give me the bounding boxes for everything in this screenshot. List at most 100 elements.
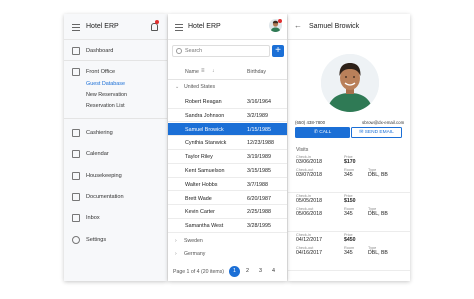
nav-item-label: Housekeeping	[86, 173, 122, 179]
nav-header: Hotel ERP	[64, 14, 167, 40]
table-row[interactable]: Sandra Johnson 3/2/1989	[168, 109, 287, 123]
guest-name-cell: Kevin Carter	[185, 209, 215, 216]
pager: Page 1 of 4 (20 items) 1 2 3 4	[168, 265, 287, 279]
guest-birthday-cell: 12/23/1988	[247, 140, 274, 147]
guest-photo-image	[321, 54, 379, 112]
app-title: Hotel ERP	[188, 23, 221, 30]
nav-subitem-reservation-list[interactable]: Reservation List	[86, 103, 125, 109]
guest-birthday-cell: 2/25/1988	[247, 209, 271, 216]
nav-subitem-new-reservation[interactable]: New Reservation	[86, 92, 127, 98]
table-row[interactable]: Kent Samuelson 3/15/1985	[168, 164, 287, 178]
price-value: $150	[344, 198, 356, 204]
back-arrow-icon[interactable]: ←	[294, 21, 302, 30]
nav-item-label: Cashiering	[86, 130, 113, 136]
group-row-united-states[interactable]: ⌄ United States	[168, 81, 287, 93]
notification-dot	[155, 20, 159, 24]
chevron-right-icon: ›	[175, 251, 177, 257]
table-row[interactable]: Walter Hobbs 3/7/1988	[168, 178, 287, 192]
table-row[interactable]: Brett Wade 6/20/1987	[168, 192, 287, 206]
table-row[interactable]: Taylor Riley 3/19/1989	[168, 150, 287, 164]
guest-name-cell: Robert Reagan	[185, 99, 222, 105]
nav-item-label: Inbox	[86, 215, 100, 221]
room-value: 345	[344, 250, 353, 256]
nav-item-calendar[interactable]: Calendar	[64, 148, 167, 160]
visit-card[interactable]: Check-in 03/06/2018 Check-out 03/07/2018 Pri…	[288, 154, 410, 193]
documentation-icon	[72, 193, 80, 201]
call-button[interactable]: ✆ CALL	[295, 127, 350, 138]
pager-info: Page 1 of 4 (20 items)	[173, 269, 225, 275]
page-button-3[interactable]: 3	[255, 266, 266, 277]
group-row-germany[interactable]: › Germany	[168, 248, 287, 260]
guest-name-cell: Samantha West	[185, 223, 224, 230]
nav-item-front-office[interactable]: Front Office	[64, 66, 167, 78]
guest-name-cell: Walter Hobbs	[185, 181, 218, 188]
table-row[interactable]: Samuel Browick 1/15/1985	[168, 122, 287, 137]
notification-dot	[278, 19, 282, 23]
page-button-2[interactable]: 2	[242, 266, 253, 277]
guest-name: Samuel Browick	[309, 23, 360, 30]
visit-card[interactable]: Check-in 05/05/2018 Check-out 05/06/2018 Pri…	[288, 193, 410, 232]
guest-phone: (650) 438-7800	[295, 120, 326, 125]
send-email-button-label: SEND EMAIL	[364, 130, 394, 135]
guest-name-cell: Brett Wade	[185, 195, 212, 202]
chevron-down-icon: ⌄	[175, 84, 180, 90]
search-input[interactable]	[185, 46, 265, 56]
column-header-name[interactable]: Name	[185, 69, 199, 75]
guest-detail-panel: ← Samuel Browick (650) 438-7800 sbrow@dx…	[288, 14, 410, 281]
nav-item-housekeeping[interactable]: Housekeeping	[64, 170, 167, 182]
page-button-1[interactable]: 1	[229, 266, 240, 277]
checkout-value: 04/16/2017	[296, 250, 322, 256]
bell-icon[interactable]	[151, 23, 158, 31]
dashboard-icon	[72, 47, 80, 55]
nav-item-documentation[interactable]: Documentation	[64, 191, 167, 203]
price-value: $170	[344, 159, 356, 165]
divider	[64, 118, 167, 119]
table-row[interactable]: Cynthia Stanwick 12/23/1988	[168, 136, 287, 150]
guest-birthday-cell: 3/7/1988	[247, 181, 268, 188]
search-box[interactable]	[172, 45, 270, 57]
detail-header: ← Samuel Browick	[288, 14, 410, 40]
nav-item-settings[interactable]: Settings	[64, 234, 167, 246]
sort-arrow-icon[interactable]: ↓	[212, 68, 215, 74]
send-email-button[interactable]: ✉ SEND EMAIL	[351, 127, 402, 138]
guest-name-cell: Kent Samuelson	[185, 168, 225, 174]
divider	[64, 60, 167, 61]
table-row[interactable]: Samantha West 3/28/1995	[168, 219, 287, 233]
checkout-value: 05/06/2018	[296, 211, 322, 217]
housekeeping-icon	[72, 172, 80, 180]
filter-icon[interactable]: ≡	[201, 68, 205, 74]
nav-item-inbox[interactable]: Inbox	[64, 212, 167, 224]
nav-item-cashiering[interactable]: Cashiering	[64, 127, 167, 139]
nav-item-dashboard[interactable]: Dashboard	[64, 45, 167, 57]
room-value: 345	[344, 172, 353, 178]
guest-name-cell: Samuel Browick	[185, 126, 224, 133]
table-row[interactable]: Kevin Carter 2/25/1988	[168, 205, 287, 219]
guest-email: sbrow@dx-email.com	[362, 120, 405, 125]
nav-item-label: Calendar	[86, 151, 109, 157]
cashiering-icon	[72, 129, 80, 137]
inbox-icon	[72, 214, 80, 222]
checkout-value: 03/07/2018	[296, 172, 322, 178]
type-value: DBL, BB	[368, 172, 388, 178]
visit-card[interactable]: Check-in 04/12/2017 Check-out 04/16/2017 Pri…	[288, 232, 410, 271]
group-label: United States	[184, 84, 216, 90]
room-value: 345	[344, 211, 353, 217]
settings-icon	[72, 236, 80, 244]
column-header-birthday[interactable]: Birthday	[247, 69, 266, 75]
group-row-sweden[interactable]: › Sweden	[168, 235, 287, 247]
hamburger-menu-icon[interactable]	[72, 24, 80, 31]
guest-birthday-cell: 3/28/1995	[247, 223, 271, 230]
guest-photo	[321, 54, 379, 112]
add-guest-button[interactable]: +	[272, 45, 284, 57]
guest-birthday-cell: 3/2/1989	[247, 112, 268, 119]
envelope-icon: ✉	[359, 129, 364, 135]
hamburger-menu-icon[interactable]	[175, 24, 183, 31]
nav-item-label: Documentation	[86, 194, 124, 200]
front-office-icon	[72, 68, 80, 76]
guest-birthday-cell: 3/19/1989	[247, 154, 271, 161]
table-row[interactable]: Robert Reagan 3/16/1964	[168, 95, 287, 109]
checkin-value: 05/05/2018	[296, 198, 322, 204]
nav-subitem-guest-database[interactable]: Guest Database	[86, 81, 125, 87]
nav-item-label: Front Office	[86, 69, 116, 75]
page-button-4[interactable]: 4	[268, 266, 279, 277]
